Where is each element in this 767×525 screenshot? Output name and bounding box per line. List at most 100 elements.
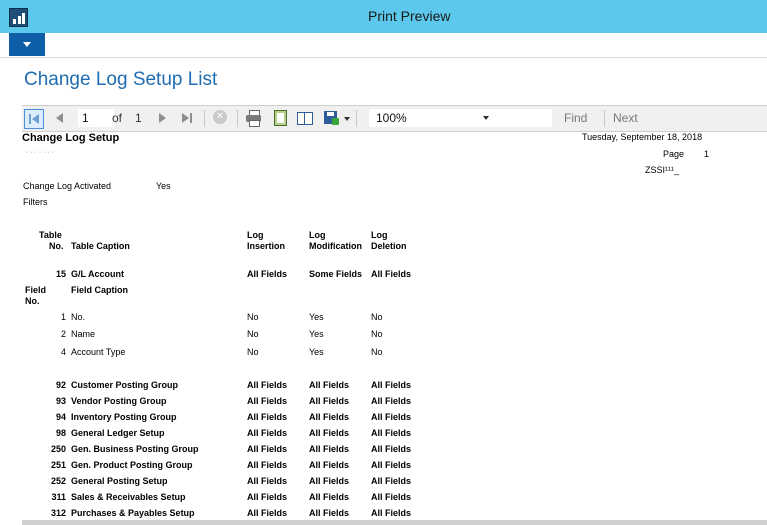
first-page-button[interactable]	[24, 109, 44, 129]
window-title: Print Preview	[368, 8, 451, 24]
ribbon	[0, 33, 767, 58]
page-layout-icon	[274, 110, 287, 126]
table-row-modification: All Fields	[309, 412, 350, 422]
page-number: 1	[704, 149, 710, 159]
change-log-activated-label: Change Log Activated	[23, 181, 112, 191]
next-page-icon	[159, 113, 166, 123]
table-row-deletion: All Fields	[371, 460, 412, 470]
table-row-insertion: All Fields	[247, 269, 288, 279]
col-header-log-modification: Log	[309, 230, 326, 240]
col-header-field-no-2: No.	[25, 296, 40, 306]
application-menu-button[interactable]	[9, 33, 45, 56]
stop-button[interactable]: ✕	[212, 110, 229, 126]
table-row-insertion: All Fields	[247, 476, 288, 486]
table-row-deletion: All Fields	[371, 269, 412, 279]
table-row-caption: G/L Account	[71, 269, 125, 279]
page-title: Change Log Setup List	[24, 69, 218, 90]
table-row-insertion: All Fields	[247, 412, 288, 422]
find-input[interactable]	[490, 109, 552, 127]
report-date: Tuesday, September 18, 2018	[582, 132, 703, 142]
col-header-table-no: Table	[39, 230, 62, 240]
table-row-caption: Vendor Posting Group	[71, 396, 167, 406]
col-header-log-insertion: Log	[247, 230, 264, 240]
table-row-deletion: All Fields	[371, 508, 412, 518]
zoom-select[interactable]: 100%	[369, 109, 497, 127]
page-setup-button[interactable]	[296, 110, 313, 126]
table-row-caption: Gen. Business Posting Group	[71, 444, 199, 454]
table-row-caption: Inventory Posting Group	[71, 412, 177, 422]
company-name: · · · · · · ·	[26, 149, 54, 156]
table-row-no: 252	[50, 476, 66, 486]
table-row-deletion: All Fields	[371, 396, 412, 406]
table-row-no: 92	[55, 380, 66, 390]
field-row-no: 4	[60, 347, 66, 357]
find-button[interactable]: Find	[564, 109, 587, 128]
table-row-insertion: All Fields	[247, 396, 288, 406]
col-header-field-caption: Field Caption	[71, 285, 128, 295]
table-row-insertion: All Fields	[247, 460, 288, 470]
table-row-deletion: All Fields	[371, 444, 412, 454]
last-page-button[interactable]	[178, 109, 196, 127]
table-row-no: 251	[50, 460, 66, 470]
table-row-no: 94	[55, 412, 66, 422]
field-row-deletion: No	[371, 329, 383, 339]
table-row-deletion: All Fields	[371, 492, 412, 502]
table-row-modification: All Fields	[309, 508, 350, 518]
table-row-modification: All Fields	[309, 380, 350, 390]
table-row-modification: All Fields	[309, 460, 350, 470]
chevron-down-icon	[344, 117, 350, 121]
print-layout-button[interactable]	[272, 110, 289, 126]
table-row-deletion: All Fields	[371, 428, 412, 438]
col-header-table-no-2: No.	[49, 241, 64, 251]
table-row-caption: Gen. Product Posting Group	[71, 460, 193, 470]
table-row-no: 15	[55, 269, 66, 279]
table-row-insertion: All Fields	[247, 444, 288, 454]
table-row-deletion: All Fields	[371, 412, 412, 422]
report-toolbar: 1 of 1 ✕ 100% Find Next	[22, 105, 767, 132]
col-header-table-caption: Table Caption	[71, 241, 130, 251]
table-row-insertion: All Fields	[247, 380, 288, 390]
field-row-modification: Yes	[309, 347, 324, 357]
table-row-modification: Some Fields	[309, 269, 363, 279]
field-row-insertion: No	[247, 347, 259, 357]
field-row-caption: No.	[71, 312, 86, 322]
filters-label: Filters	[23, 197, 48, 207]
table-row-no: 93	[55, 396, 66, 406]
next-page-button[interactable]	[154, 109, 172, 127]
field-row-deletion: No	[371, 312, 383, 322]
title-bar: Print Preview	[0, 0, 767, 33]
report-title: Change Log Setup	[22, 132, 120, 144]
field-row-insertion: No	[247, 312, 259, 322]
table-row-no: 250	[50, 444, 66, 454]
field-row-insertion: No	[247, 329, 259, 339]
print-button[interactable]	[245, 110, 262, 127]
total-pages: 1	[135, 111, 142, 125]
field-row-no: 1	[60, 312, 66, 322]
previous-page-button[interactable]	[50, 109, 68, 127]
stop-icon: ✕	[213, 110, 227, 124]
horizontal-scrollbar[interactable]	[22, 520, 767, 525]
col-header-field-no: Field	[25, 285, 47, 295]
table-row-no: 98	[55, 428, 66, 438]
table-row-modification: All Fields	[309, 492, 350, 502]
table-row-deletion: All Fields	[371, 476, 412, 486]
field-row-deletion: No	[371, 347, 383, 357]
next-button[interactable]: Next	[613, 109, 638, 128]
field-row-modification: Yes	[309, 312, 324, 322]
table-row-modification: All Fields	[309, 444, 350, 454]
table-row-insertion: All Fields	[247, 508, 288, 518]
of-label: of	[112, 111, 123, 125]
field-row-caption: Account Type	[71, 347, 126, 357]
table-row-caption: General Ledger Setup	[71, 428, 165, 438]
table-row-caption: Sales & Receivables Setup	[71, 492, 186, 502]
table-row-modification: All Fields	[309, 396, 350, 406]
col-header-log-deletion: Log	[371, 230, 388, 240]
export-button[interactable]	[324, 110, 350, 126]
page-number-input[interactable]: 1	[78, 109, 114, 127]
field-row-no: 2	[60, 329, 66, 339]
table-row-caption: Customer Posting Group	[71, 380, 179, 390]
change-log-activated-value: Yes	[156, 181, 171, 191]
table-row-caption: General Posting Setup	[71, 476, 168, 486]
table-row-caption: Purchases & Payables Setup	[71, 508, 195, 518]
col-header-log-deletion-2: Deletion	[371, 241, 407, 251]
